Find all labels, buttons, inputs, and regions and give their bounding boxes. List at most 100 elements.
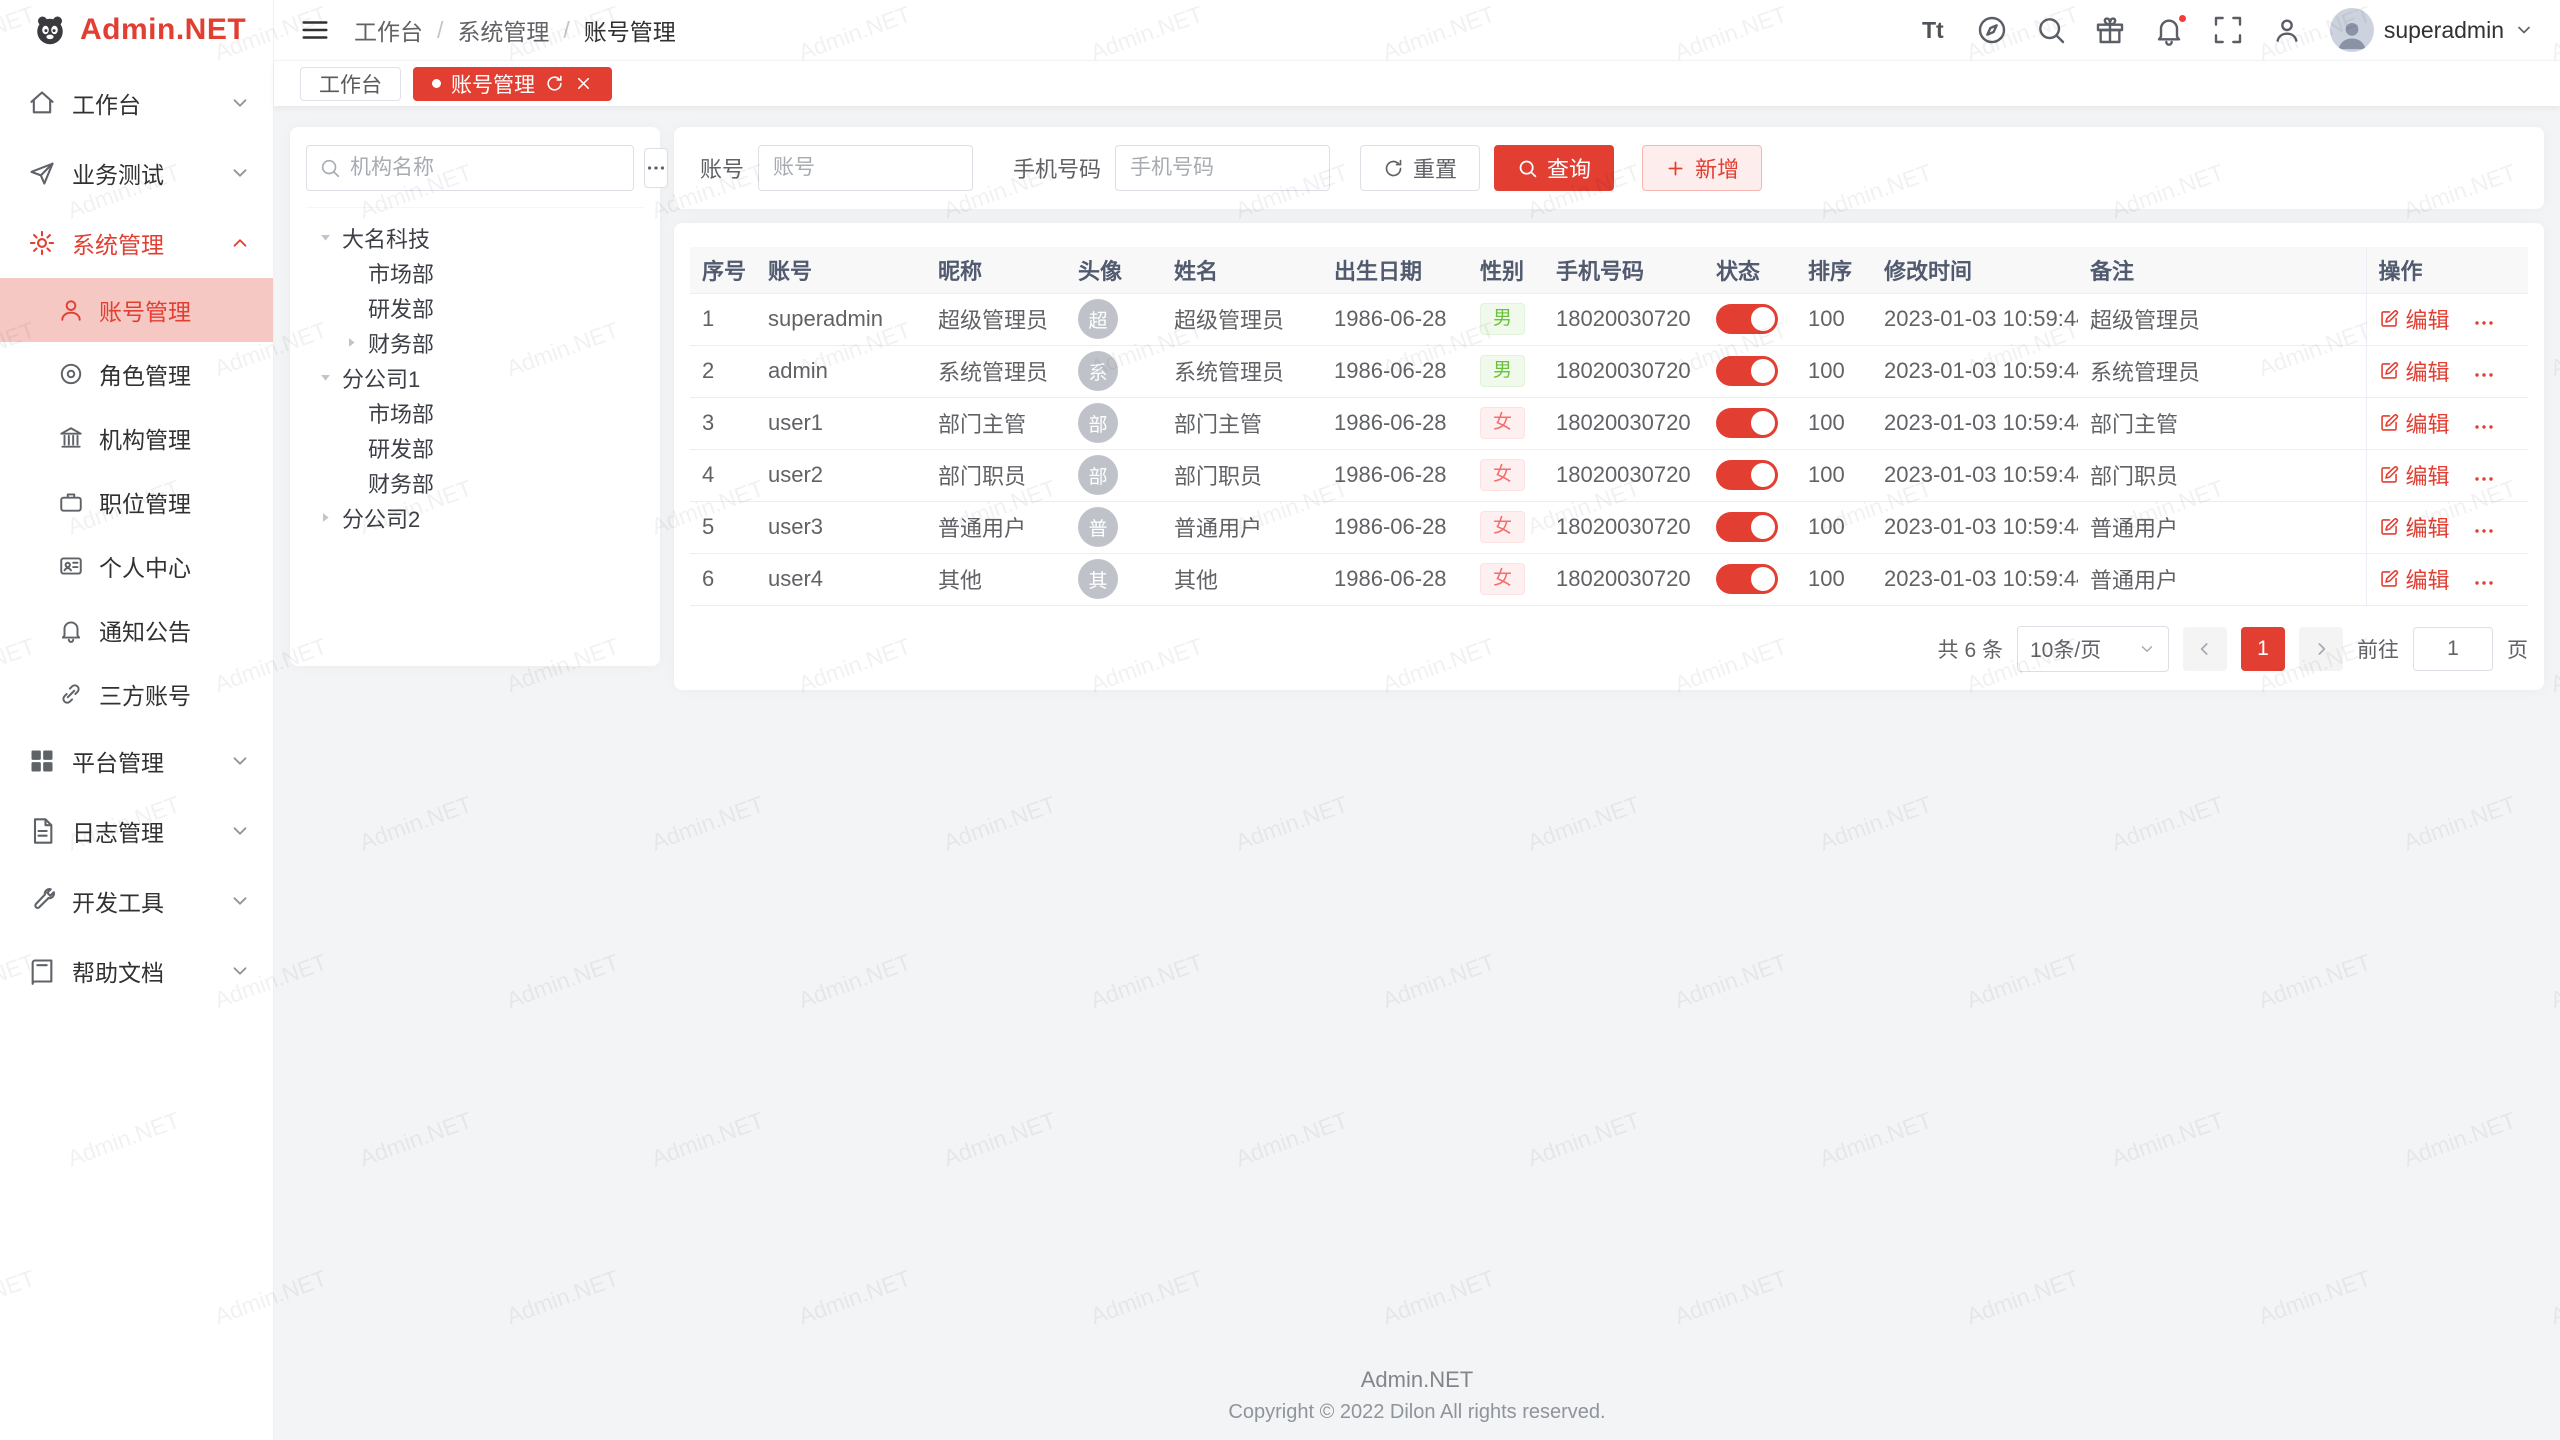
- document-icon: [28, 817, 56, 845]
- cell-remark: 普通用户: [2078, 553, 2366, 605]
- edit-icon: [2379, 568, 2400, 589]
- breadcrumb-item[interactable]: 工作台: [354, 13, 423, 47]
- bell-icon[interactable]: [2153, 14, 2185, 46]
- notification-badge: [2177, 13, 2188, 24]
- tree-node[interactable]: 分公司2: [306, 500, 644, 535]
- breadcrumb-item[interactable]: 系统管理: [457, 13, 549, 47]
- tree-node[interactable]: 大名科技: [306, 220, 644, 255]
- goto-label: 前往: [2357, 634, 2399, 664]
- more-actions-button[interactable]: [2472, 363, 2496, 387]
- sidebar-item-logs[interactable]: 日志管理: [0, 796, 273, 866]
- edit-button[interactable]: 编辑: [2379, 563, 2450, 595]
- breadcrumb-separator: /: [437, 17, 443, 44]
- tab-account-management[interactable]: 账号管理: [413, 67, 612, 101]
- logo[interactable]: Admin.NET: [0, 0, 273, 60]
- status-toggle[interactable]: [1716, 408, 1778, 438]
- sidebar-item-position[interactable]: 职位管理: [0, 470, 273, 534]
- sidebar-item-system[interactable]: 系统管理: [0, 208, 273, 278]
- tree-node[interactable]: 市场部: [306, 255, 644, 290]
- more-actions-button[interactable]: [2472, 571, 2496, 595]
- caret-down-icon[interactable]: [312, 225, 338, 251]
- edit-button[interactable]: 编辑: [2379, 407, 2450, 439]
- next-page-button[interactable]: [2299, 627, 2343, 671]
- edit-button[interactable]: 编辑: [2379, 303, 2450, 335]
- sidebar-item-notice[interactable]: 通知公告: [0, 598, 273, 662]
- status-toggle[interactable]: [1716, 564, 1778, 594]
- prev-page-button[interactable]: [2183, 627, 2227, 671]
- caret-right-icon[interactable]: [312, 505, 338, 531]
- font-size-icon[interactable]: Tt: [1917, 14, 1949, 46]
- refresh-icon[interactable]: [545, 74, 564, 93]
- sidebar-item-profile[interactable]: 个人中心: [0, 534, 273, 598]
- user-center-icon[interactable]: [2271, 14, 2303, 46]
- goto-page-input[interactable]: [2413, 627, 2493, 671]
- table-row: 3 user1 部门主管 部 部门主管 1986-06-28 女 1802003…: [690, 397, 2528, 449]
- edit-button[interactable]: 编辑: [2379, 355, 2450, 387]
- more-actions-button[interactable]: [2472, 467, 2496, 491]
- tab-workbench[interactable]: 工作台: [300, 67, 401, 101]
- tree-node[interactable]: 分公司1: [306, 360, 644, 395]
- refresh-icon: [1383, 158, 1404, 179]
- cell-gender: 男: [1468, 293, 1544, 345]
- tree-node-label: 财务部: [368, 467, 434, 499]
- tree-more-button[interactable]: [644, 148, 668, 188]
- compass-icon[interactable]: [1976, 14, 2008, 46]
- reset-button[interactable]: 重置: [1360, 145, 1480, 191]
- page-number-button[interactable]: 1: [2241, 627, 2285, 671]
- tree-node[interactable]: 市场部: [306, 395, 644, 430]
- sidebar-item-role[interactable]: 角色管理: [0, 342, 273, 406]
- more-actions-button[interactable]: [2472, 311, 2496, 335]
- sidebar-item-label: 平台管理: [72, 744, 213, 778]
- account-input[interactable]: [758, 145, 973, 191]
- cell-name: 系统管理员: [1162, 345, 1322, 397]
- sidebar-item-business-test[interactable]: 业务测试: [0, 138, 273, 208]
- status-toggle[interactable]: [1716, 356, 1778, 386]
- paper-plane-icon: [28, 159, 56, 187]
- org-search-input[interactable]: [350, 156, 621, 180]
- close-icon[interactable]: [574, 74, 593, 93]
- more-actions-button[interactable]: [2472, 519, 2496, 543]
- sidebar-item-devtools[interactable]: 开发工具: [0, 866, 273, 936]
- status-toggle[interactable]: [1716, 460, 1778, 490]
- gift-icon[interactable]: [2094, 14, 2126, 46]
- tree-node[interactable]: 财务部: [306, 325, 644, 360]
- page-size-select[interactable]: 10条/页: [2017, 626, 2169, 672]
- cell-actions: 编辑: [2366, 553, 2528, 605]
- caret-right-icon[interactable]: [338, 330, 364, 356]
- edit-icon: [2379, 360, 2400, 381]
- menu-toggle-icon[interactable]: [300, 15, 330, 45]
- sidebar-item-label: 日志管理: [72, 814, 213, 848]
- sidebar-item-workbench[interactable]: 工作台: [0, 68, 273, 138]
- sidebar-item-platform[interactable]: 平台管理: [0, 726, 273, 796]
- org-tree-panel: 大名科技 市场部 研发部 财务部: [290, 127, 660, 666]
- cell-account: admin: [756, 345, 926, 397]
- fullscreen-icon[interactable]: [2212, 14, 2244, 46]
- phone-input[interactable]: [1115, 145, 1330, 191]
- search-icon[interactable]: [2035, 14, 2067, 46]
- sidebar-item-organization[interactable]: 机构管理: [0, 406, 273, 470]
- cell-index: 3: [690, 397, 756, 449]
- caret-down-icon[interactable]: [312, 365, 338, 391]
- tree-node[interactable]: 研发部: [306, 430, 644, 465]
- edit-button[interactable]: 编辑: [2379, 511, 2450, 543]
- breadcrumb-item-current: 账号管理: [584, 13, 676, 47]
- sidebar-item-docs[interactable]: 帮助文档: [0, 936, 273, 1006]
- plus-icon: [1665, 158, 1686, 179]
- status-toggle[interactable]: [1716, 304, 1778, 334]
- tree-node[interactable]: 财务部: [306, 465, 644, 500]
- cell-status: [1704, 553, 1796, 605]
- ellipsis-icon: [2472, 311, 2496, 335]
- edit-button[interactable]: 编辑: [2379, 459, 2450, 491]
- sidebar-item-account[interactable]: 账号管理: [0, 278, 273, 342]
- sidebar-item-thirdparty[interactable]: 三方账号: [0, 662, 273, 726]
- cell-nickname: 系统管理员: [926, 345, 1066, 397]
- add-button[interactable]: 新增: [1642, 145, 1762, 191]
- tree-node[interactable]: 研发部: [306, 290, 644, 325]
- logo-title: Admin.NET: [80, 13, 246, 47]
- search-button[interactable]: 查询: [1494, 145, 1614, 191]
- more-actions-button[interactable]: [2472, 415, 2496, 439]
- user-menu[interactable]: superadmin: [2330, 8, 2534, 52]
- col-avatar: 头像: [1066, 247, 1162, 293]
- cell-nickname: 普通用户: [926, 501, 1066, 553]
- status-toggle[interactable]: [1716, 512, 1778, 542]
